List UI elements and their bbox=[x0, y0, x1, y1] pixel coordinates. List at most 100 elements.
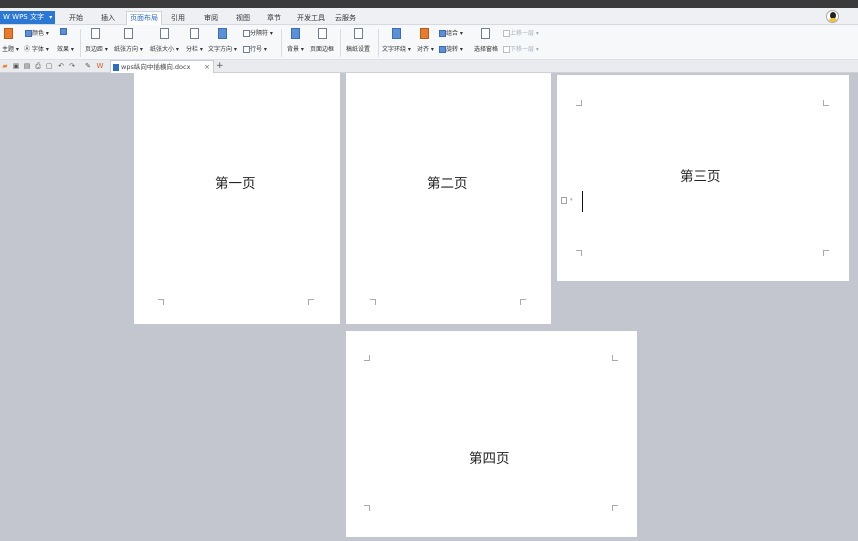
align-icon[interactable] bbox=[420, 28, 429, 41]
group-icon bbox=[439, 30, 446, 37]
text-direction-button[interactable]: 文字方向 ▾ bbox=[208, 44, 237, 53]
wrap-text-icon[interactable] bbox=[392, 28, 401, 41]
bring-forward-icon bbox=[503, 30, 510, 37]
crop-mark bbox=[158, 299, 164, 305]
chevron-down-icon: ▾ bbox=[570, 197, 573, 203]
group-button[interactable]: 组合 ▾ bbox=[439, 28, 463, 37]
paper-size-button[interactable]: 纸张大小 ▾ bbox=[150, 44, 179, 53]
text-cursor bbox=[582, 191, 583, 212]
line-numbers-icon bbox=[243, 46, 250, 53]
columns-icon[interactable] bbox=[190, 28, 199, 41]
crop-mark bbox=[576, 100, 582, 106]
crop-mark bbox=[308, 299, 314, 305]
wps-cloud-icon[interactable]: W bbox=[96, 62, 104, 70]
undo-icon[interactable]: ↶ bbox=[57, 62, 65, 70]
page-1[interactable]: 第一页 bbox=[134, 73, 340, 324]
palette-icon bbox=[25, 30, 32, 37]
redo-icon[interactable]: ↷ bbox=[68, 62, 76, 70]
tab-cloud[interactable]: 云服务 bbox=[332, 12, 359, 24]
save-icon[interactable]: ▣ bbox=[12, 62, 20, 70]
new-tab-plus-icon[interactable]: + bbox=[216, 60, 224, 73]
crop-mark bbox=[823, 100, 829, 106]
save-as-icon[interactable]: ▤ bbox=[23, 62, 31, 70]
page-4-landscape[interactable]: 第四页 bbox=[346, 331, 637, 537]
ribbon-divider bbox=[340, 29, 341, 57]
orientation-button[interactable]: 纸张方向 ▾ bbox=[114, 44, 143, 53]
tab-home[interactable]: 开始 bbox=[66, 12, 86, 24]
open-folder-icon[interactable]: ▰ bbox=[1, 62, 9, 70]
user-avatar[interactable] bbox=[826, 10, 839, 23]
page-border-icon[interactable] bbox=[318, 28, 327, 41]
text-direction-icon[interactable] bbox=[218, 28, 227, 41]
format-painter-icon[interactable]: ✎ bbox=[84, 62, 92, 70]
tab-view[interactable]: 视图 bbox=[233, 12, 253, 24]
manuscript-icon[interactable] bbox=[354, 28, 363, 41]
breaks-icon bbox=[243, 30, 250, 37]
send-backward-button[interactable]: 下移一层 ▾ bbox=[503, 44, 539, 53]
crop-mark bbox=[612, 355, 618, 361]
page-2-text: 第二页 bbox=[427, 176, 468, 192]
page-3-landscape[interactable]: 第三页 ▾ bbox=[557, 75, 849, 281]
bring-forward-button[interactable]: 上移一层 ▾ bbox=[503, 28, 539, 37]
effects-button[interactable]: 效果 ▾ bbox=[57, 44, 74, 53]
ribbon-divider bbox=[378, 29, 379, 57]
crop-mark bbox=[370, 299, 376, 305]
page-border-button[interactable]: 页面边框 bbox=[310, 44, 334, 53]
margins-button[interactable]: 页边距 ▾ bbox=[85, 44, 108, 53]
paper-size-icon[interactable] bbox=[160, 28, 169, 41]
align-button[interactable]: 对齐 ▾ bbox=[417, 44, 434, 53]
manuscript-button[interactable]: 稿纸设置 bbox=[346, 44, 370, 53]
page-4-text: 第四页 bbox=[469, 451, 510, 467]
document-tab[interactable]: wps纵向中插横向.docx × bbox=[110, 60, 214, 73]
crop-mark bbox=[612, 505, 618, 511]
app-menu-button[interactable]: W WPS 文字 ▾ bbox=[0, 11, 55, 24]
selection-pane-icon[interactable] bbox=[481, 28, 490, 41]
docx-file-icon bbox=[113, 64, 119, 71]
theme-button[interactable]: 主题 ▾ bbox=[2, 44, 19, 53]
wrap-text-button[interactable]: 文字环绕 ▾ bbox=[382, 44, 411, 53]
print-preview-icon[interactable]: ▢ bbox=[45, 62, 53, 70]
send-backward-icon bbox=[503, 46, 510, 53]
wps-logo-icon: W bbox=[3, 13, 10, 21]
tab-developer[interactable]: 开发工具 bbox=[294, 12, 328, 24]
crop-mark bbox=[364, 355, 370, 361]
crop-mark bbox=[520, 299, 526, 305]
page-1-text: 第一页 bbox=[215, 176, 256, 192]
tab-references[interactable]: 引用 bbox=[168, 12, 188, 24]
page-2[interactable]: 第二页 bbox=[346, 73, 551, 324]
rotate-button[interactable]: 旋转 ▾ bbox=[439, 44, 463, 53]
ribbon-divider bbox=[80, 29, 81, 57]
columns-button[interactable]: 分栏 ▾ bbox=[186, 44, 203, 53]
crop-mark bbox=[576, 250, 582, 256]
orientation-icon[interactable] bbox=[124, 28, 133, 41]
effects-icon[interactable] bbox=[60, 28, 67, 35]
fonts-button[interactable]: Ⓐ 字体 ▾ bbox=[24, 44, 49, 53]
document-tab-filename: wps纵向中插横向.docx bbox=[121, 63, 191, 71]
page-3-text: 第三页 bbox=[680, 169, 721, 185]
document-tab-bar: ▰ ▣ ▤ ⎙ ▢ ↶ ↷ ✎ W wps纵向中插横向.docx × + bbox=[0, 60, 858, 73]
theme-icon[interactable] bbox=[4, 28, 13, 41]
breaks-button[interactable]: 分隔符 ▾ bbox=[243, 28, 273, 37]
app-name: WPS 文字 bbox=[12, 13, 44, 21]
tab-chapter[interactable]: 章节 bbox=[264, 12, 284, 24]
font-icon: Ⓐ bbox=[24, 46, 32, 53]
print-icon[interactable]: ⎙ bbox=[34, 62, 42, 70]
window-titlebar bbox=[0, 0, 858, 8]
tab-page-layout[interactable]: 页面布局 bbox=[126, 11, 162, 25]
line-numbers-button[interactable]: 行号 ▾ bbox=[243, 44, 267, 53]
crop-mark bbox=[364, 505, 370, 511]
selection-pane-button[interactable]: 选择窗格 bbox=[474, 44, 498, 53]
paragraph-layout-icon[interactable] bbox=[561, 197, 567, 204]
crop-mark bbox=[823, 250, 829, 256]
margins-icon[interactable] bbox=[91, 28, 100, 41]
ribbon-toolbar: 主题 ▾ 颜色 ▾ Ⓐ 字体 ▾ 效果 ▾ 页边距 ▾ 纸张方向 ▾ 纸张大小 … bbox=[0, 25, 858, 60]
chevron-down-icon: ▾ bbox=[49, 14, 53, 21]
tab-review[interactable]: 审阅 bbox=[201, 12, 221, 24]
colors-button[interactable]: 颜色 ▾ bbox=[25, 28, 49, 37]
background-button[interactable]: 背景 ▾ bbox=[287, 44, 304, 53]
ribbon-divider bbox=[281, 29, 282, 57]
close-icon[interactable]: × bbox=[204, 61, 210, 73]
tab-insert[interactable]: 插入 bbox=[98, 12, 118, 24]
menu-bar: W WPS 文字 ▾ 开始 插入 页面布局 引用 审阅 视图 章节 开发工具 云… bbox=[0, 8, 858, 25]
background-icon[interactable] bbox=[291, 28, 300, 41]
